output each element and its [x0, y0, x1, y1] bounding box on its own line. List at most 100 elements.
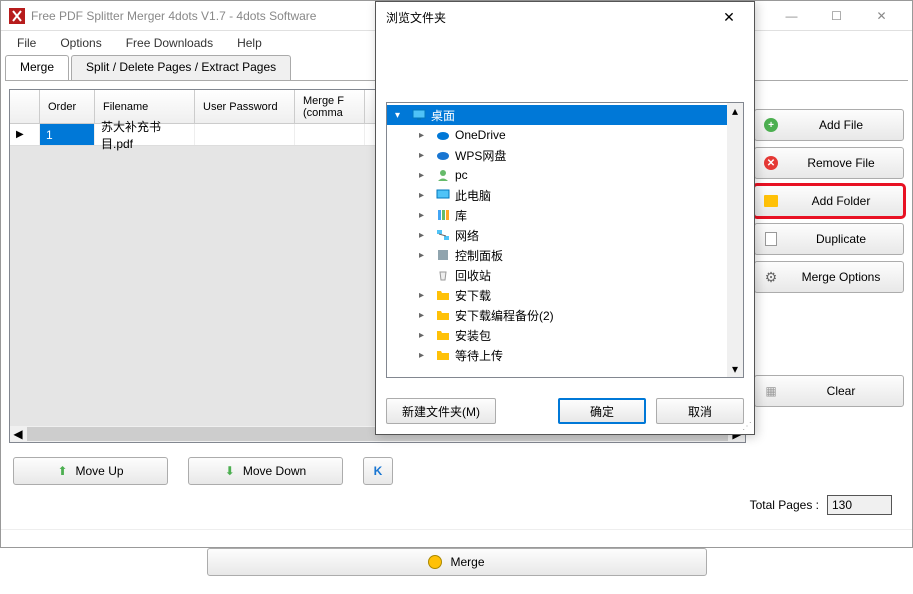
tree-item-library[interactable]: ▸ 库 [387, 205, 727, 225]
tree-item-upload[interactable]: ▸ 等待上传 [387, 345, 727, 365]
scrollbar-vertical[interactable]: ▴ ▾ [727, 103, 743, 377]
network-icon [435, 227, 451, 243]
menu-file[interactable]: File [5, 32, 48, 54]
bottom-buttons: ⬆ Move Up ⬇ Move Down K [1, 451, 912, 491]
tree-item-thispc[interactable]: ▸ 此电脑 [387, 185, 727, 205]
col-merge[interactable]: Merge F (comma [295, 90, 365, 123]
dialog-body: ▾ 桌面 ▸ OneDrive ▸ WPS网盘 [376, 32, 754, 388]
control-icon [435, 247, 451, 263]
merge-button[interactable]: Merge [207, 548, 707, 576]
folder-add-icon [763, 193, 779, 209]
folder-icon [435, 347, 451, 363]
cell-order[interactable]: 1 [40, 124, 95, 145]
resize-grip[interactable]: ⋰ [742, 421, 752, 432]
scroll-down-icon[interactable]: ▾ [727, 361, 743, 377]
app-icon [9, 8, 25, 24]
expander-icon[interactable]: ▸ [419, 350, 431, 361]
dialog-close-button[interactable]: ✕ [714, 2, 744, 32]
expander-icon[interactable]: ▸ [419, 330, 431, 341]
cell-filename[interactable]: 苏大补充书目.pdf [95, 124, 195, 145]
arrow-up-icon: ⬆ [57, 464, 67, 478]
cloud-icon [435, 127, 451, 143]
total-pages-value[interactable] [827, 495, 892, 515]
tree-item-desktop[interactable]: ▾ 桌面 [387, 105, 727, 125]
expander-icon[interactable]: ▸ [419, 170, 431, 181]
tree-item-network[interactable]: ▸ 网络 [387, 225, 727, 245]
cell-merge[interactable] [295, 124, 365, 145]
tree-item-onedrive[interactable]: ▸ OneDrive [387, 125, 727, 145]
merge-icon [428, 555, 442, 569]
add-folder-button[interactable]: Add Folder [754, 185, 904, 217]
first-icon: K [374, 464, 383, 478]
user-icon [435, 167, 451, 183]
minimize-button[interactable]: — [769, 2, 814, 30]
expander-icon[interactable]: ▸ [419, 130, 431, 141]
ok-button[interactable]: 确定 [558, 398, 646, 424]
dialog-title: 浏览文件夹 [386, 9, 714, 26]
folder-icon [435, 307, 451, 323]
duplicate-icon [763, 231, 779, 247]
duplicate-button[interactable]: Duplicate [754, 223, 904, 255]
computer-icon [435, 187, 451, 203]
move-up-button[interactable]: ⬆ Move Up [13, 457, 168, 485]
maximize-button[interactable]: ☐ [814, 2, 859, 30]
expander-icon[interactable]: ▾ [395, 110, 407, 121]
menu-help[interactable]: Help [225, 32, 274, 54]
dialog-footer: 新建文件夹(M) 确定 取消 [376, 388, 754, 434]
expander-icon[interactable]: ▸ [419, 290, 431, 301]
tree-item-wps[interactable]: ▸ WPS网盘 [387, 145, 727, 165]
tab-merge[interactable]: Merge [5, 55, 69, 80]
menu-options[interactable]: Options [48, 32, 113, 54]
window-controls: — ☐ ✕ [769, 2, 904, 30]
col-marker[interactable] [10, 90, 40, 123]
expander-icon[interactable]: ▸ [419, 310, 431, 321]
cloud-icon [435, 147, 451, 163]
remove-icon: ✕ [763, 155, 779, 171]
arrow-down-icon: ⬇ [225, 464, 235, 478]
add-icon: + [763, 117, 779, 133]
recycle-icon [435, 267, 451, 283]
cancel-button[interactable]: 取消 [656, 398, 744, 424]
clear-button[interactable]: ▦ Clear [754, 375, 904, 407]
scroll-thumb-v[interactable] [727, 119, 743, 361]
remove-file-button[interactable]: ✕ Remove File [754, 147, 904, 179]
scroll-up-icon[interactable]: ▴ [727, 103, 743, 119]
move-first-button[interactable]: K [363, 457, 393, 485]
dialog-titlebar: 浏览文件夹 ✕ [376, 2, 754, 32]
expander-icon[interactable]: ▸ [419, 230, 431, 241]
folder-tree-container: ▾ 桌面 ▸ OneDrive ▸ WPS网盘 [386, 102, 744, 378]
cell-password[interactable] [195, 124, 295, 145]
add-file-button[interactable]: + Add File [754, 109, 904, 141]
tree-item-backup[interactable]: ▸ 安下载编程备份(2) [387, 305, 727, 325]
tab-split[interactable]: Split / Delete Pages / Extract Pages [71, 55, 291, 80]
new-folder-button[interactable]: 新建文件夹(M) [386, 398, 496, 424]
tree-item-controlpanel[interactable]: ▸ 控制面板 [387, 245, 727, 265]
expander-icon[interactable]: ▸ [419, 190, 431, 201]
tree-item-install[interactable]: ▸ 安装包 [387, 325, 727, 345]
side-buttons: + Add File ✕ Remove File Add Folder Dupl… [754, 89, 904, 443]
scroll-left-icon[interactable]: ◀ [10, 426, 26, 442]
browse-folder-dialog: 浏览文件夹 ✕ ▾ 桌面 ▸ OneDrive ▸ [375, 1, 755, 435]
expander-icon[interactable]: ▸ [419, 250, 431, 261]
main-window: Free PDF Splitter Merger 4dots V1.7 - 4d… [0, 0, 913, 548]
folder-icon [435, 287, 451, 303]
col-password[interactable]: User Password [195, 90, 295, 123]
folder-icon [435, 327, 451, 343]
col-order[interactable]: Order [40, 90, 95, 123]
folder-tree[interactable]: ▾ 桌面 ▸ OneDrive ▸ WPS网盘 [387, 103, 727, 377]
merge-row: Merge [1, 529, 912, 594]
tree-item-recycle[interactable]: 回收站 [387, 265, 727, 285]
gear-icon: ⚙ [763, 269, 779, 285]
close-button[interactable]: ✕ [859, 2, 904, 30]
menu-downloads[interactable]: Free Downloads [114, 32, 225, 54]
tree-item-anxz[interactable]: ▸ 安下载 [387, 285, 727, 305]
clear-icon: ▦ [763, 383, 779, 399]
expander-icon[interactable]: ▸ [419, 210, 431, 221]
row-marker [10, 124, 40, 145]
total-row: Total Pages : [1, 491, 912, 519]
tree-item-pc[interactable]: ▸ pc [387, 165, 727, 185]
move-down-button[interactable]: ⬇ Move Down [188, 457, 343, 485]
desktop-icon [411, 107, 427, 123]
merge-options-button[interactable]: ⚙ Merge Options [754, 261, 904, 293]
expander-icon[interactable]: ▸ [419, 150, 431, 161]
